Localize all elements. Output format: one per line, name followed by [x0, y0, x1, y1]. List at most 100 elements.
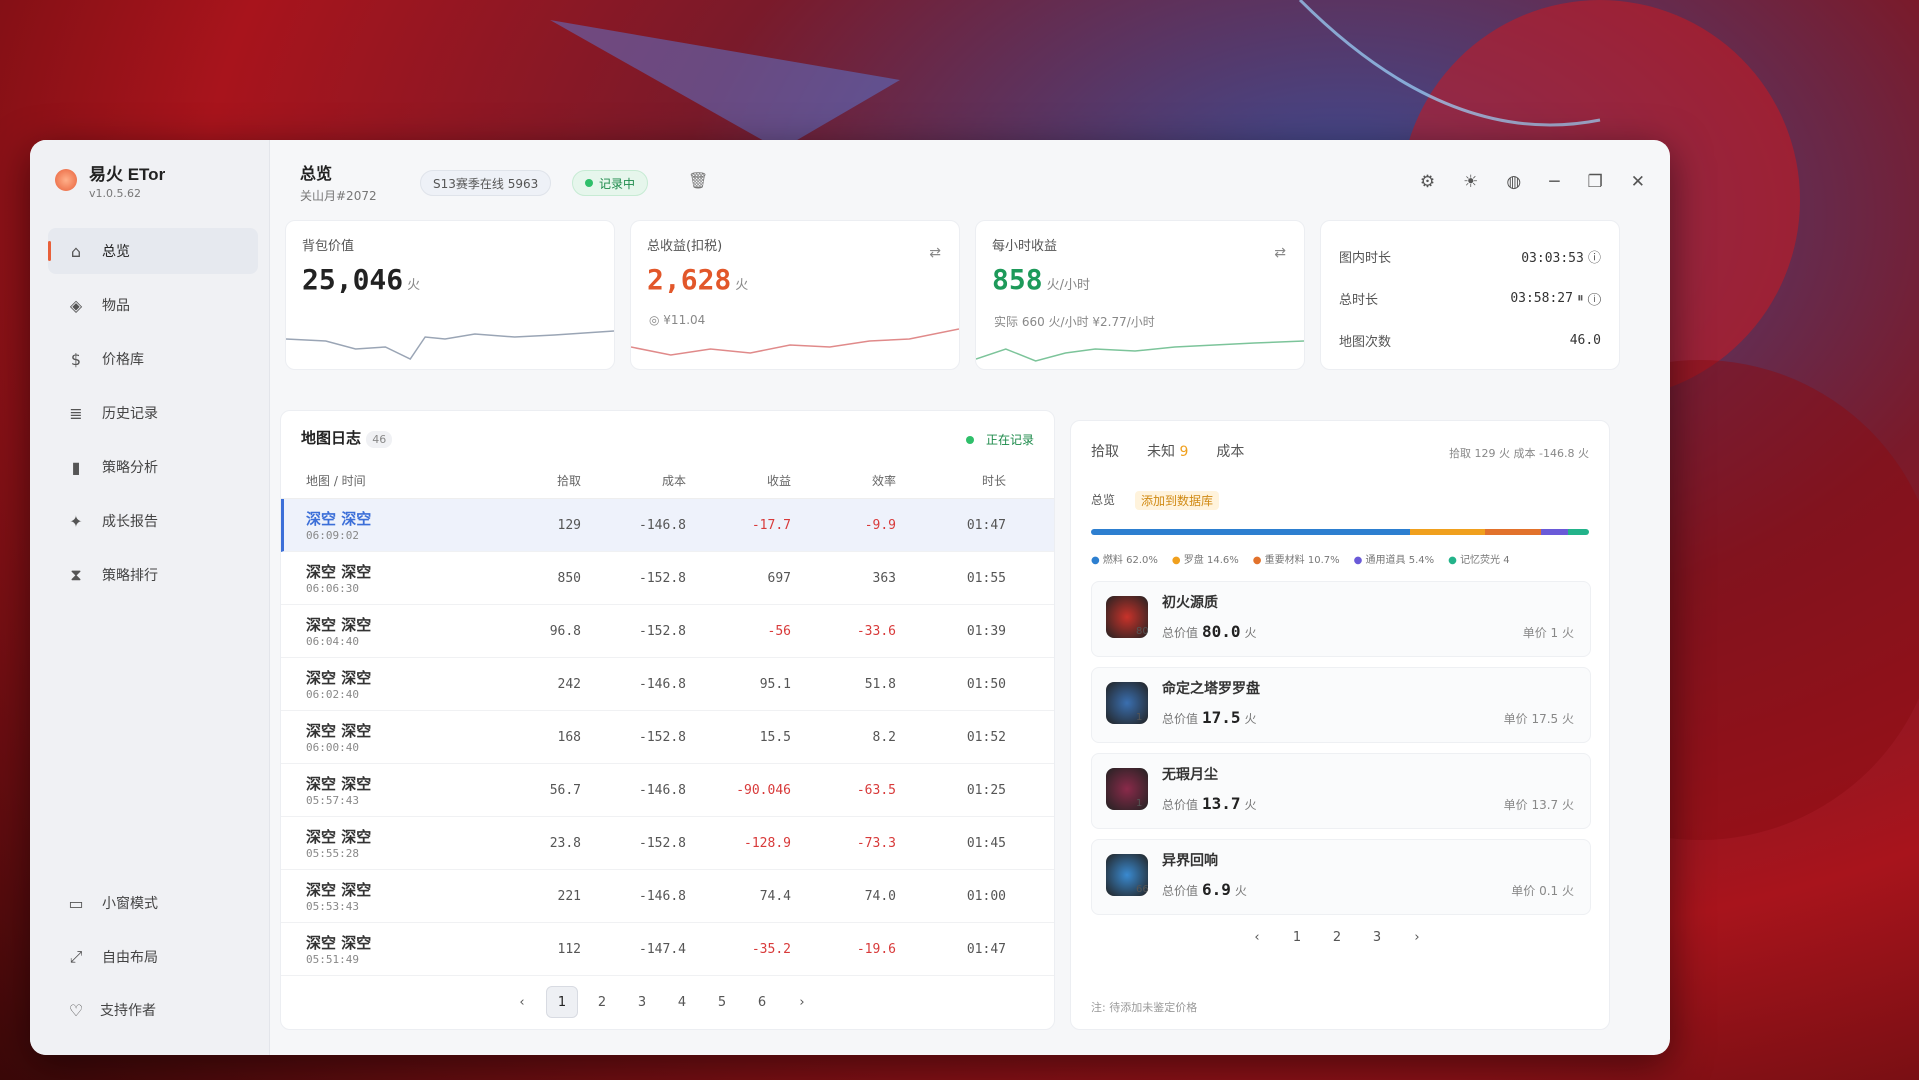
profit-cell: -17.7 — [751, 517, 791, 533]
tab-unknown[interactable]: 未知 9 — [1147, 441, 1188, 461]
sidebar-item-overview[interactable]: ⌂ 总览 — [48, 228, 258, 274]
table-row[interactable]: 深空 深空 06:09:02 129 -146.8 -17.7 -9.9 01:47 — [281, 499, 1054, 552]
settings-icon[interactable]: ⚙ — [1420, 172, 1435, 192]
page-3[interactable]: 3 — [626, 986, 658, 1018]
subtab-overview[interactable]: 总览 — [1091, 491, 1115, 510]
header: 总览 关山月#2072 S13赛季在线 5963 记录中 🗑 ⚙ ☀ ◍ ─ ❐… — [270, 140, 1670, 215]
subtab-add-db[interactable]: 添加到数据库 — [1135, 491, 1220, 510]
mini-window-label: 小窗模式 — [102, 896, 158, 912]
item-unit-price: 单价 1 火 — [1522, 626, 1574, 640]
legend-item: ● 罗盘 14.6% — [1172, 551, 1239, 566]
hourglass-icon: ⧗ — [70, 565, 82, 584]
sidebar-item-growth[interactable]: ✦ 成长报告 — [48, 498, 258, 544]
map-time: 06:02:40 — [306, 688, 359, 701]
cost-cell: -146.8 — [639, 517, 686, 533]
col-profit[interactable]: 收益 — [696, 472, 801, 489]
page-2[interactable]: 2 — [586, 986, 618, 1018]
trash-icon[interactable]: 🗑 — [688, 171, 708, 190]
page-4[interactable]: 4 — [666, 986, 698, 1018]
tab-pick[interactable]: 拾取 — [1091, 441, 1119, 461]
col-eff[interactable]: 效率 — [801, 472, 906, 489]
eff-cell: 8.2 — [872, 729, 896, 745]
legend-label: 重要材料 10.7% — [1264, 555, 1340, 566]
col-map-time[interactable]: 地图 / 时间 — [306, 472, 506, 489]
page-1[interactable]: 1 — [1281, 921, 1313, 953]
page-1[interactable]: 1 — [546, 986, 578, 1018]
dur-cell: 01:39 — [966, 623, 1006, 639]
table-row[interactable]: 深空 深空 05:55:28 23.8 -152.8 -128.9 -73.3 01:45 — [281, 817, 1054, 870]
map-time: 06:09:02 — [306, 529, 359, 542]
page-6[interactable]: 6 — [746, 986, 778, 1018]
map-time: 06:06:30 — [306, 582, 359, 595]
eff-cell: 51.8 — [864, 676, 896, 692]
swap-icon[interactable]: ⇄ — [1274, 245, 1286, 261]
col-pick[interactable]: 拾取 — [506, 472, 591, 489]
sidebar-item-items[interactable]: ◈ 物品 — [48, 282, 258, 328]
pause-icon[interactable]: ⏸ — [1577, 291, 1584, 306]
next-page-button[interactable]: › — [1401, 921, 1433, 953]
free-layout-button[interactable]: ⤢ 自由布局 — [48, 934, 258, 980]
map-name: 深空 深空 — [306, 669, 372, 687]
col-cost[interactable]: 成本 — [591, 472, 696, 489]
category-segment — [1485, 529, 1541, 535]
swap-icon[interactable]: ⇄ — [929, 245, 941, 261]
total-time-number: 03:58:27 — [1510, 290, 1573, 306]
minimize-button[interactable]: ─ — [1549, 172, 1559, 192]
map-cell: 深空 深空 06:04:40 — [306, 614, 506, 648]
dur-cell: 01:25 — [966, 782, 1006, 798]
hourly-profit-label: 每小时收益 — [992, 239, 1058, 254]
category-segment — [1540, 529, 1569, 535]
prev-page-button[interactable]: ‹ — [1241, 921, 1273, 953]
map-log-panel: 地图日志 46 正在记录 地图 / 时间 拾取 成本 收益 效率 时长 深空 深… — [280, 410, 1055, 1030]
sidebar-item-label: 物品 — [102, 298, 130, 314]
item-total: 总价值 13.7 火 — [1162, 794, 1257, 813]
info-icon[interactable]: ⓘ — [1588, 291, 1601, 306]
table-row[interactable]: 深空 深空 06:04:40 96.8 -152.8 -56 -33.6 01:39 — [281, 605, 1054, 658]
loot-item[interactable]: 80 初火源质 总价值 80.0 火 单价 1 火 — [1091, 581, 1591, 657]
table-row[interactable]: 深空 深空 05:53:43 221 -146.8 74.4 74.0 01:00 — [281, 870, 1054, 923]
table-row[interactable]: 深空 深空 06:06:30 850 -152.8 697 363 01:55 — [281, 552, 1054, 605]
sidebar-item-strategy[interactable]: ▮ 策略分析 — [48, 444, 258, 490]
detail-tabs: 拾取 未知 9 成本 — [1091, 441, 1244, 461]
map-time-number: 03:03:53 — [1521, 250, 1584, 266]
live-dot — [965, 435, 974, 444]
info-icon[interactable]: ⓘ — [1588, 251, 1601, 266]
restore-button[interactable]: ❐ — [1588, 172, 1603, 192]
map-cell: 深空 深空 05:51:49 — [306, 932, 506, 966]
sidebar-item-prices[interactable]: $ 价格库 — [48, 336, 258, 382]
page-2[interactable]: 2 — [1321, 921, 1353, 953]
tab-cost[interactable]: 成本 — [1216, 441, 1244, 461]
dur-cell: 01:50 — [966, 676, 1006, 692]
table-header: 地图 / 时间 拾取 成本 收益 效率 时长 — [281, 463, 1054, 499]
table-row[interactable]: 深空 深空 05:57:43 56.7 -146.8 -90.046 -63.5 01:25 — [281, 764, 1054, 817]
detail-summary: 拾取 129 火 成本 -146.8 火 — [1449, 447, 1589, 460]
support-author-button[interactable]: ♡ 支持作者 — [66, 1000, 156, 1020]
bag-value-label: 背包价值 — [302, 239, 355, 254]
loot-item[interactable]: 1 命定之塔罗罗盘 总价值 17.5 火 单价 17.5 火 — [1091, 667, 1591, 743]
pick-cell: 23.8 — [549, 835, 581, 851]
sidebar-item-history[interactable]: ≣ 历史记录 — [48, 390, 258, 436]
page-5[interactable]: 5 — [706, 986, 738, 1018]
loot-item[interactable]: 66 异界回响 总价值 6.9 火 单价 0.1 火 — [1091, 839, 1591, 915]
col-dur[interactable]: 时长 — [906, 472, 1016, 489]
total-profit-unit: 火 — [735, 278, 749, 293]
item-pagination: ‹ 1 2 3 › — [1241, 921, 1433, 953]
page-3[interactable]: 3 — [1361, 921, 1393, 953]
next-page-button[interactable]: › — [786, 986, 818, 1018]
dur-cell: 01:55 — [966, 570, 1006, 586]
globe-icon[interactable]: ◍ — [1506, 172, 1521, 192]
prev-page-button[interactable]: ‹ — [506, 986, 538, 1018]
total-profit: 2,628 火 — [647, 263, 748, 296]
page-title: 总览 — [300, 164, 333, 183]
theme-icon[interactable]: ☀ — [1463, 172, 1478, 192]
close-button[interactable]: ✕ — [1631, 172, 1645, 192]
recording-pill[interactable]: 记录中 — [572, 170, 649, 196]
brand: 易火 ETor v1.0.5.62 — [55, 160, 165, 200]
table-row[interactable]: 深空 深空 06:02:40 242 -146.8 95.1 51.8 01:50 — [281, 658, 1054, 711]
mini-window-button[interactable]: ▭ 小窗模式 — [48, 880, 258, 926]
loot-item[interactable]: 1 无瑕月尘 总价值 13.7 火 单价 13.7 火 — [1091, 753, 1591, 829]
window-controls: ⚙ ☀ ◍ ─ ❐ ✕ — [1420, 172, 1645, 192]
table-row[interactable]: 深空 深空 05:51:49 112 -147.4 -35.2 -19.6 01:47 — [281, 923, 1054, 976]
sidebar-item-ranking[interactable]: ⧗ 策略排行 — [48, 552, 258, 598]
table-row[interactable]: 深空 深空 06:00:40 168 -152.8 15.5 8.2 01:52 — [281, 711, 1054, 764]
